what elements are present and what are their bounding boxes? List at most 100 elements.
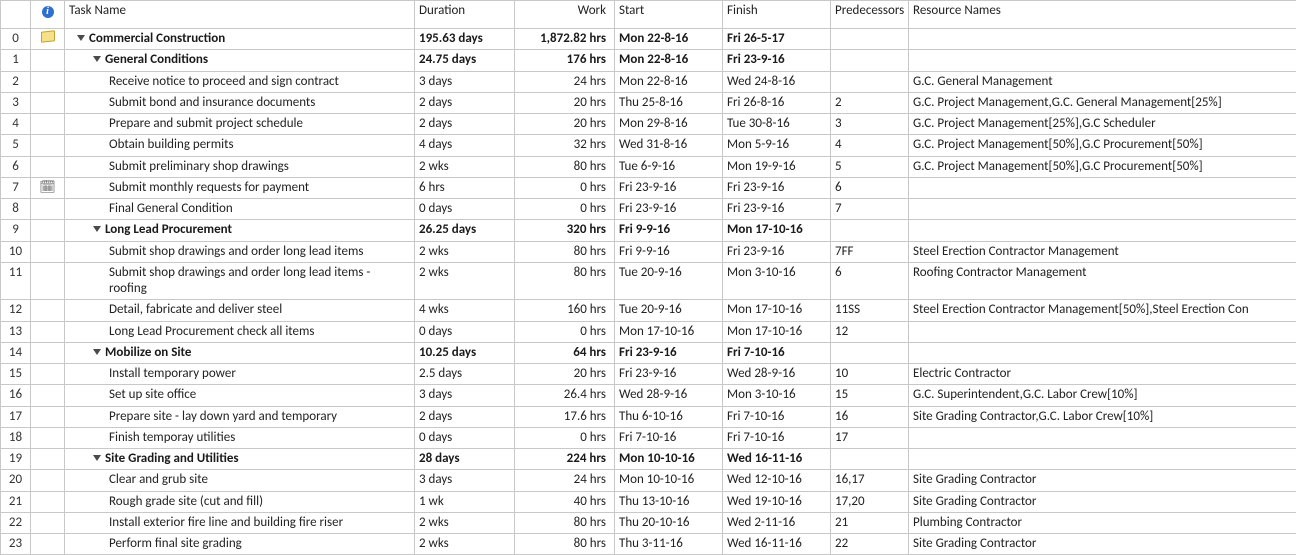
task-name-cell[interactable]: Set up site office bbox=[65, 385, 415, 406]
predecessors-cell[interactable]: 12 bbox=[831, 321, 909, 342]
table-row[interactable]: 14Mobilize on Site10.25 days64 hrsFri 23… bbox=[1, 342, 1296, 363]
task-name-cell[interactable]: Long Lead Procurement bbox=[65, 220, 415, 241]
work-cell[interactable]: 160 hrs bbox=[515, 300, 615, 321]
start-cell[interactable]: Fri 9-9-16 bbox=[615, 241, 723, 262]
table-row[interactable]: 5Obtain building permits4 days32 hrsWed … bbox=[1, 135, 1296, 156]
table-row[interactable]: 16Set up site office3 days26.4 hrsWed 28… bbox=[1, 385, 1296, 406]
resources-cell[interactable] bbox=[909, 177, 1296, 198]
work-cell[interactable]: 224 hrs bbox=[515, 449, 615, 470]
table-row[interactable]: 2Receive notice to proceed and sign cont… bbox=[1, 71, 1296, 92]
task-name-cell[interactable]: Long Lead Procurement check all items bbox=[65, 321, 415, 342]
start-cell[interactable]: Tue 6-9-16 bbox=[615, 156, 723, 177]
duration-cell[interactable]: 4 days bbox=[415, 135, 515, 156]
task-name-cell[interactable]: Rough grade site (cut and fill) bbox=[65, 491, 415, 512]
task-name-cell[interactable]: Install temporary power bbox=[65, 364, 415, 385]
finish-cell[interactable]: Wed 12-10-16 bbox=[723, 470, 831, 491]
predecessors-cell[interactable]: 21 bbox=[831, 512, 909, 533]
row-number[interactable]: 20 bbox=[1, 470, 31, 491]
resources-cell[interactable]: G.C. Superintendent,G.C. Labor Crew[10%] bbox=[909, 385, 1296, 406]
task-name-cell[interactable]: Submit bond and insurance documents bbox=[65, 92, 415, 113]
row-number[interactable]: 6 bbox=[1, 156, 31, 177]
task-name-cell[interactable]: Clear and grub site bbox=[65, 470, 415, 491]
duration-cell[interactable]: 2 days bbox=[415, 114, 515, 135]
work-cell[interactable]: 20 hrs bbox=[515, 92, 615, 113]
resources-cell[interactable]: Roofing Contractor Management bbox=[909, 262, 1296, 300]
outline-toggle-icon[interactable] bbox=[77, 35, 85, 41]
finish-cell[interactable]: Fri 23-9-16 bbox=[723, 241, 831, 262]
table-row[interactable]: 8Final General Condition0 days0 hrsFri 2… bbox=[1, 199, 1296, 220]
start-cell[interactable]: Fri 9-9-16 bbox=[615, 220, 723, 241]
predecessors-cell[interactable]: 11SS bbox=[831, 300, 909, 321]
row-number[interactable]: 23 bbox=[1, 534, 31, 555]
resources-cell[interactable] bbox=[909, 50, 1296, 71]
predecessors-cell[interactable]: 6 bbox=[831, 262, 909, 300]
work-cell[interactable]: 1,872.82 hrs bbox=[515, 29, 615, 50]
table-row[interactable]: 20Clear and grub site3 days24 hrsMon 10-… bbox=[1, 470, 1296, 491]
task-name-cell[interactable]: Mobilize on Site bbox=[65, 342, 415, 363]
finish-cell[interactable]: Fri 7-10-16 bbox=[723, 342, 831, 363]
start-cell[interactable]: Fri 23-9-16 bbox=[615, 342, 723, 363]
duration-cell[interactable]: 4 wks bbox=[415, 300, 515, 321]
row-number[interactable]: 15 bbox=[1, 364, 31, 385]
work-cell[interactable]: 320 hrs bbox=[515, 220, 615, 241]
table-row[interactable]: 7🗓Submit monthly requests for payment6 h… bbox=[1, 177, 1296, 198]
finish-cell[interactable]: Fri 7-10-16 bbox=[723, 427, 831, 448]
resources-cell[interactable]: G.C. General Management bbox=[909, 71, 1296, 92]
predecessors-cell[interactable]: 16 bbox=[831, 406, 909, 427]
row-number[interactable]: 9 bbox=[1, 220, 31, 241]
work-cell[interactable]: 64 hrs bbox=[515, 342, 615, 363]
header-duration[interactable]: Duration bbox=[415, 1, 515, 29]
table-row[interactable]: 12Detail, fabricate and deliver steel4 w… bbox=[1, 300, 1296, 321]
resources-cell[interactable] bbox=[909, 29, 1296, 50]
start-cell[interactable]: Mon 22-8-16 bbox=[615, 71, 723, 92]
resources-cell[interactable] bbox=[909, 199, 1296, 220]
finish-cell[interactable]: Wed 19-10-16 bbox=[723, 491, 831, 512]
task-name-cell[interactable]: Commercial Construction bbox=[65, 29, 415, 50]
task-name-cell[interactable]: Submit preliminary shop drawings bbox=[65, 156, 415, 177]
table-row[interactable]: 11Submit shop drawings and order long le… bbox=[1, 262, 1296, 300]
work-cell[interactable]: 0 hrs bbox=[515, 321, 615, 342]
duration-cell[interactable]: 3 days bbox=[415, 385, 515, 406]
table-row[interactable]: 3 Submit bond and insurance documents2 da… bbox=[1, 92, 1296, 113]
finish-cell[interactable]: Fri 26-8-16 bbox=[723, 92, 831, 113]
work-cell[interactable]: 0 hrs bbox=[515, 177, 615, 198]
outline-toggle-icon[interactable] bbox=[93, 56, 101, 62]
row-number[interactable]: 3 bbox=[1, 92, 31, 113]
predecessors-cell[interactable] bbox=[831, 449, 909, 470]
resources-cell[interactable]: G.C. Project Management[50%],G.C Procure… bbox=[909, 135, 1296, 156]
header-resources[interactable]: Resource Names bbox=[909, 1, 1296, 29]
row-number[interactable]: 17 bbox=[1, 406, 31, 427]
outline-toggle-icon[interactable] bbox=[93, 455, 101, 461]
duration-cell[interactable]: 10.25 days bbox=[415, 342, 515, 363]
row-number[interactable]: 4 bbox=[1, 114, 31, 135]
row-number[interactable]: 22 bbox=[1, 512, 31, 533]
start-cell[interactable]: Thu 3-11-16 bbox=[615, 534, 723, 555]
predecessors-cell[interactable]: 17,20 bbox=[831, 491, 909, 512]
outline-toggle-icon[interactable] bbox=[93, 349, 101, 355]
table-row[interactable]: 13Long Lead Procurement check all items0… bbox=[1, 321, 1296, 342]
duration-cell[interactable]: 2 days bbox=[415, 92, 515, 113]
finish-cell[interactable]: Fri 26-5-17 bbox=[723, 29, 831, 50]
task-name-cell[interactable]: Submit shop drawings and order long lead… bbox=[65, 262, 415, 300]
predecessors-cell[interactable]: 16,17 bbox=[831, 470, 909, 491]
task-name-cell[interactable]: Site Grading and Utilities bbox=[65, 449, 415, 470]
table-row[interactable]: 4Prepare and submit project schedule2 da… bbox=[1, 114, 1296, 135]
row-number[interactable]: 19 bbox=[1, 449, 31, 470]
work-cell[interactable]: 80 hrs bbox=[515, 262, 615, 300]
resources-cell[interactable]: Site Grading Contractor bbox=[909, 470, 1296, 491]
resources-cell[interactable]: Plumbing Contractor bbox=[909, 512, 1296, 533]
header-start[interactable]: Start bbox=[615, 1, 723, 29]
work-cell[interactable]: 80 hrs bbox=[515, 512, 615, 533]
task-name-cell[interactable]: Finish temporay utilities bbox=[65, 427, 415, 448]
row-number[interactable]: 12 bbox=[1, 300, 31, 321]
finish-cell[interactable]: Mon 17-10-16 bbox=[723, 220, 831, 241]
duration-cell[interactable]: 26.25 days bbox=[415, 220, 515, 241]
task-name-cell[interactable]: Obtain building permits bbox=[65, 135, 415, 156]
predecessors-cell[interactable] bbox=[831, 220, 909, 241]
resources-cell[interactable]: Site Grading Contractor bbox=[909, 534, 1296, 555]
resources-cell[interactable] bbox=[909, 220, 1296, 241]
predecessors-cell[interactable]: 4 bbox=[831, 135, 909, 156]
finish-cell[interactable]: Mon 17-10-16 bbox=[723, 300, 831, 321]
start-cell[interactable]: Wed 28-9-16 bbox=[615, 385, 723, 406]
resources-cell[interactable]: G.C. Project Management[50%],G.C Procure… bbox=[909, 156, 1296, 177]
